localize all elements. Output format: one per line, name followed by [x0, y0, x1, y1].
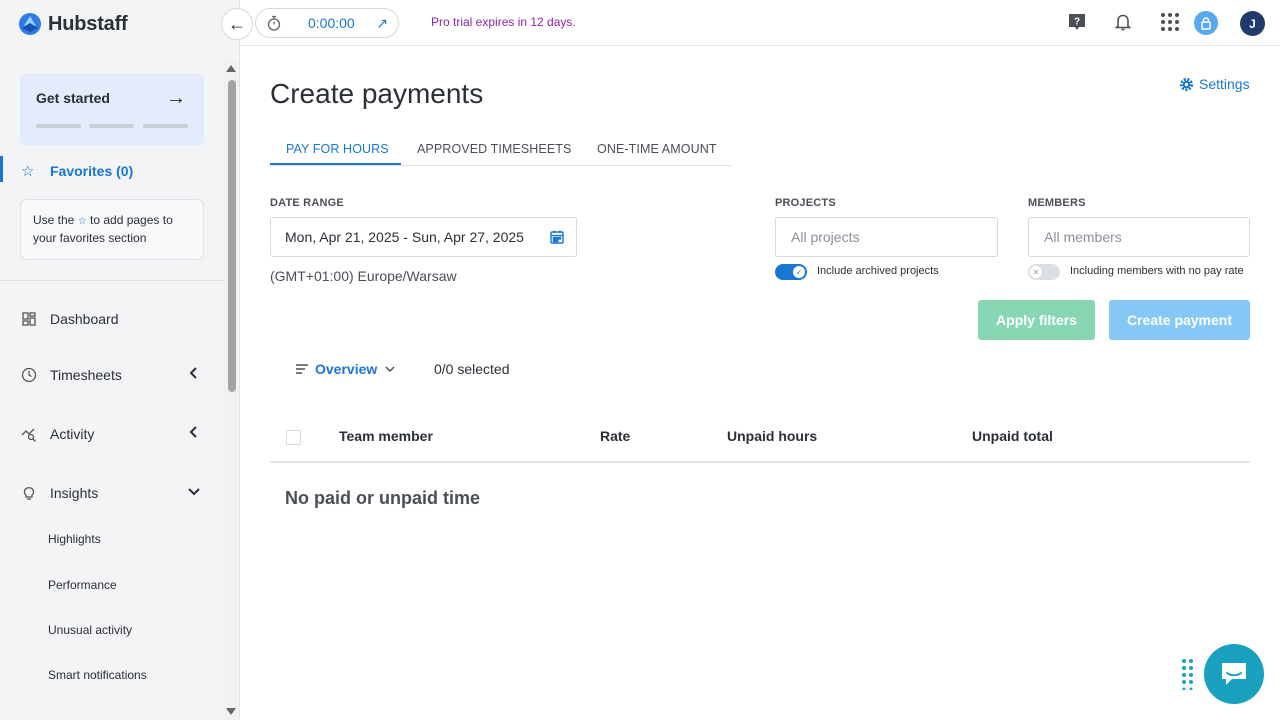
list-icon	[296, 364, 308, 374]
projects-select[interactable]: All projects	[775, 217, 998, 257]
app-root: Hubstaff Get started → ☆ Favorites (0) U…	[0, 0, 1280, 720]
date-range-picker[interactable]: Mon, Apr 21, 2025 - Sun, Apr 27, 2025	[270, 217, 577, 257]
no-pay-rate-label: Including members with no pay rate	[1070, 265, 1244, 277]
help-icon[interactable]: ?	[1067, 12, 1087, 32]
chevron-down-icon	[385, 366, 395, 373]
tab-pay-for-hours[interactable]: PAY FOR HOURS	[286, 142, 389, 156]
select-all-checkbox[interactable]	[286, 430, 301, 445]
sidebar-subitem-unusual-activity[interactable]: Unusual activity	[48, 623, 132, 637]
progress-step	[89, 124, 134, 128]
calendar-icon[interactable]	[549, 229, 565, 245]
lightbulb-icon	[23, 487, 35, 500]
tab-one-time-amount[interactable]: ONE-TIME AMOUNT	[597, 142, 717, 156]
arrow-left-icon: ←	[228, 13, 246, 34]
sidebar-scroll-thumb[interactable]	[228, 80, 236, 392]
sidebar-item-label: Timesheets	[50, 367, 122, 383]
star-icon: ☆	[77, 216, 87, 227]
collapse-sidebar-button[interactable]: ←	[221, 8, 253, 40]
chevron-left-icon	[189, 426, 197, 438]
favorites-help-box: Use the ☆ to add pages to your favorites…	[20, 199, 204, 260]
members-label: MEMBERS	[1028, 197, 1086, 209]
stopwatch-icon	[267, 15, 281, 31]
empty-state-message: No paid or unpaid time	[285, 488, 481, 508]
sidebar-item-activity[interactable]: Activity	[0, 419, 224, 449]
bell-icon[interactable]	[1113, 12, 1133, 32]
trial-banner[interactable]: Pro trial expires in 12 days.	[431, 15, 576, 29]
divider	[0, 280, 224, 281]
create-payment-button[interactable]: Create payment	[1109, 300, 1250, 340]
arrow-right-icon: →	[166, 87, 186, 109]
progress-step	[143, 124, 188, 128]
sidebar-subitem-highlights[interactable]: Highlights	[48, 532, 101, 546]
chevron-left-icon	[189, 367, 197, 379]
date-range-label: DATE RANGE	[270, 197, 344, 209]
timer-display: 0:00:00	[308, 15, 355, 31]
favorites-help-text-start: Use the	[33, 213, 75, 227]
active-indicator	[0, 156, 3, 182]
avatar[interactable]: J	[1240, 11, 1265, 36]
sidebar-item-label: Dashboard	[50, 311, 119, 327]
sidebar-item-insights[interactable]: Insights	[0, 478, 224, 508]
members-placeholder: All members	[1044, 229, 1122, 245]
clock-icon	[21, 367, 37, 383]
hubstaff-logo-icon	[19, 13, 41, 35]
apply-filters-button[interactable]: Apply filters	[978, 300, 1095, 340]
open-timer-arrow-icon[interactable]: ↗	[376, 15, 388, 32]
activity-icon	[21, 428, 36, 442]
progress-step	[36, 124, 81, 128]
drag-handle-icon[interactable]	[1181, 658, 1195, 690]
account-lock-icon[interactable]	[1194, 11, 1218, 35]
svg-text:?: ?	[1074, 17, 1080, 28]
star-icon: ☆	[21, 163, 35, 180]
payment-tabs: PAY FOR HOURS APPROVED TIMESHEETS ONE-TI…	[270, 132, 732, 166]
column-rate[interactable]: Rate	[600, 428, 630, 444]
date-range-value: Mon, Apr 21, 2025 - Sun, Apr 27, 2025	[285, 229, 524, 245]
app-name: Hubstaff	[48, 12, 128, 35]
gear-icon	[1179, 77, 1194, 91]
settings-link[interactable]: Settings	[1179, 76, 1250, 92]
x-icon: ✕	[1030, 266, 1042, 278]
column-team-member[interactable]: Team member	[339, 428, 433, 444]
hubstaff-logo[interactable]: Hubstaff	[18, 12, 128, 36]
active-tab-indicator	[270, 163, 401, 165]
timer-widget[interactable]: 0:00:00 ↗	[255, 8, 399, 38]
column-unpaid-total[interactable]: Unpaid total	[972, 428, 1053, 444]
page-title: Create payments	[270, 78, 484, 109]
sidebar-item-favorites[interactable]: ☆ Favorites (0)	[0, 156, 224, 186]
overview-label: Overview	[315, 361, 378, 377]
overview-dropdown[interactable]: Overview	[295, 361, 397, 377]
dashboard-icon	[22, 312, 36, 326]
include-archived-toggle[interactable]: ✓	[775, 264, 807, 280]
tab-approved-timesheets[interactable]: APPROVED TIMESHEETS	[417, 142, 571, 156]
no-pay-rate-toggle[interactable]: ✕	[1028, 264, 1060, 280]
apps-grid-icon[interactable]	[1160, 12, 1180, 32]
sidebar: Hubstaff Get started → ☆ Favorites (0) U…	[0, 0, 240, 720]
column-unpaid-hours[interactable]: Unpaid hours	[727, 428, 817, 444]
projects-placeholder: All projects	[791, 229, 860, 245]
get-started-card[interactable]: Get started →	[20, 73, 204, 145]
favorites-label: Favorites (0)	[50, 163, 134, 179]
sidebar-subitem-smart-notifications[interactable]: Smart notifications	[48, 668, 147, 682]
sidebar-item-dashboard[interactable]: Dashboard	[0, 304, 224, 334]
members-select[interactable]: All members	[1028, 217, 1250, 257]
get-started-label: Get started	[36, 90, 110, 106]
chat-bubble-icon	[1222, 663, 1246, 685]
chat-button[interactable]	[1204, 644, 1264, 704]
sidebar-subitem-performance[interactable]: Performance	[48, 578, 117, 592]
chevron-down-icon	[188, 488, 200, 496]
include-archived-label: Include archived projects	[817, 265, 939, 277]
sidebar-item-label: Insights	[50, 485, 99, 501]
check-icon: ✓	[793, 266, 805, 278]
selection-count: 0/0 selected	[434, 361, 510, 377]
scroll-down-arrow-icon[interactable]	[226, 708, 236, 715]
timezone-label: (GMT+01:00) Europe/Warsaw	[270, 268, 457, 284]
table-header: Team member Rate Unpaid hours Unpaid tot…	[270, 410, 1250, 463]
sidebar-item-timesheets[interactable]: Timesheets	[0, 360, 224, 390]
projects-label: PROJECTS	[775, 197, 836, 209]
sidebar-item-label: Activity	[50, 426, 95, 442]
scroll-up-arrow-icon[interactable]	[226, 65, 236, 72]
settings-label: Settings	[1199, 76, 1250, 92]
